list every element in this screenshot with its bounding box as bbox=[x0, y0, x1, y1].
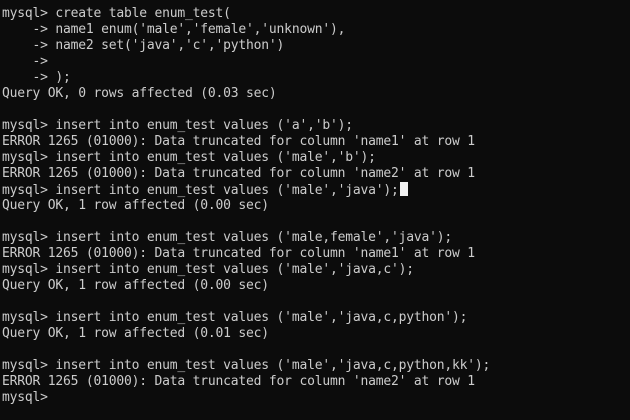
terminal-line: -> name2 set('java','c','python') bbox=[2, 38, 285, 53]
terminal-line-text: mysql> insert into enum_test values ('ma… bbox=[2, 183, 399, 198]
terminal-line: Query OK, 1 row affected (0.01 sec) bbox=[2, 326, 269, 341]
terminal-line: ERROR 1265 (01000): Data truncated for c… bbox=[2, 374, 475, 389]
terminal-line: mysql> create table enum_test( bbox=[2, 6, 231, 21]
terminal-line: Query OK, 1 row affected (0.00 sec) bbox=[2, 198, 269, 213]
terminal-line: mysql> insert into enum_test values ('a'… bbox=[2, 118, 353, 133]
terminal-window[interactable]: mysql> create table enum_test( -> name1 … bbox=[0, 0, 630, 420]
terminal-line: Query OK, 0 rows affected (0.03 sec) bbox=[2, 86, 277, 101]
terminal-line: ERROR 1265 (01000): Data truncated for c… bbox=[2, 246, 475, 261]
terminal-prompt[interactable]: mysql> bbox=[2, 390, 630, 406]
terminal-line: mysql> insert into enum_test values ('ma… bbox=[2, 310, 468, 325]
terminal-line: Query OK, 1 row affected (0.00 sec) bbox=[2, 278, 269, 293]
terminal-line-with-cursor: mysql> insert into enum_test values ('ma… bbox=[2, 182, 630, 198]
terminal-line: -> ); bbox=[2, 70, 71, 85]
terminal-line: mysql> insert into enum_test values ('ma… bbox=[2, 262, 414, 277]
terminal-line: -> bbox=[2, 54, 48, 69]
terminal-line: mysql> insert into enum_test values ('ma… bbox=[2, 358, 491, 373]
text-cursor bbox=[399, 182, 408, 196]
terminal-line: mysql> insert into enum_test values ('ma… bbox=[2, 150, 376, 165]
terminal-line: ERROR 1265 (01000): Data truncated for c… bbox=[2, 166, 475, 181]
terminal-line: mysql> insert into enum_test values ('ma… bbox=[2, 230, 452, 245]
terminal-line: ERROR 1265 (01000): Data truncated for c… bbox=[2, 134, 475, 149]
terminal-line: -> name1 enum('male','female','unknown')… bbox=[2, 22, 346, 37]
